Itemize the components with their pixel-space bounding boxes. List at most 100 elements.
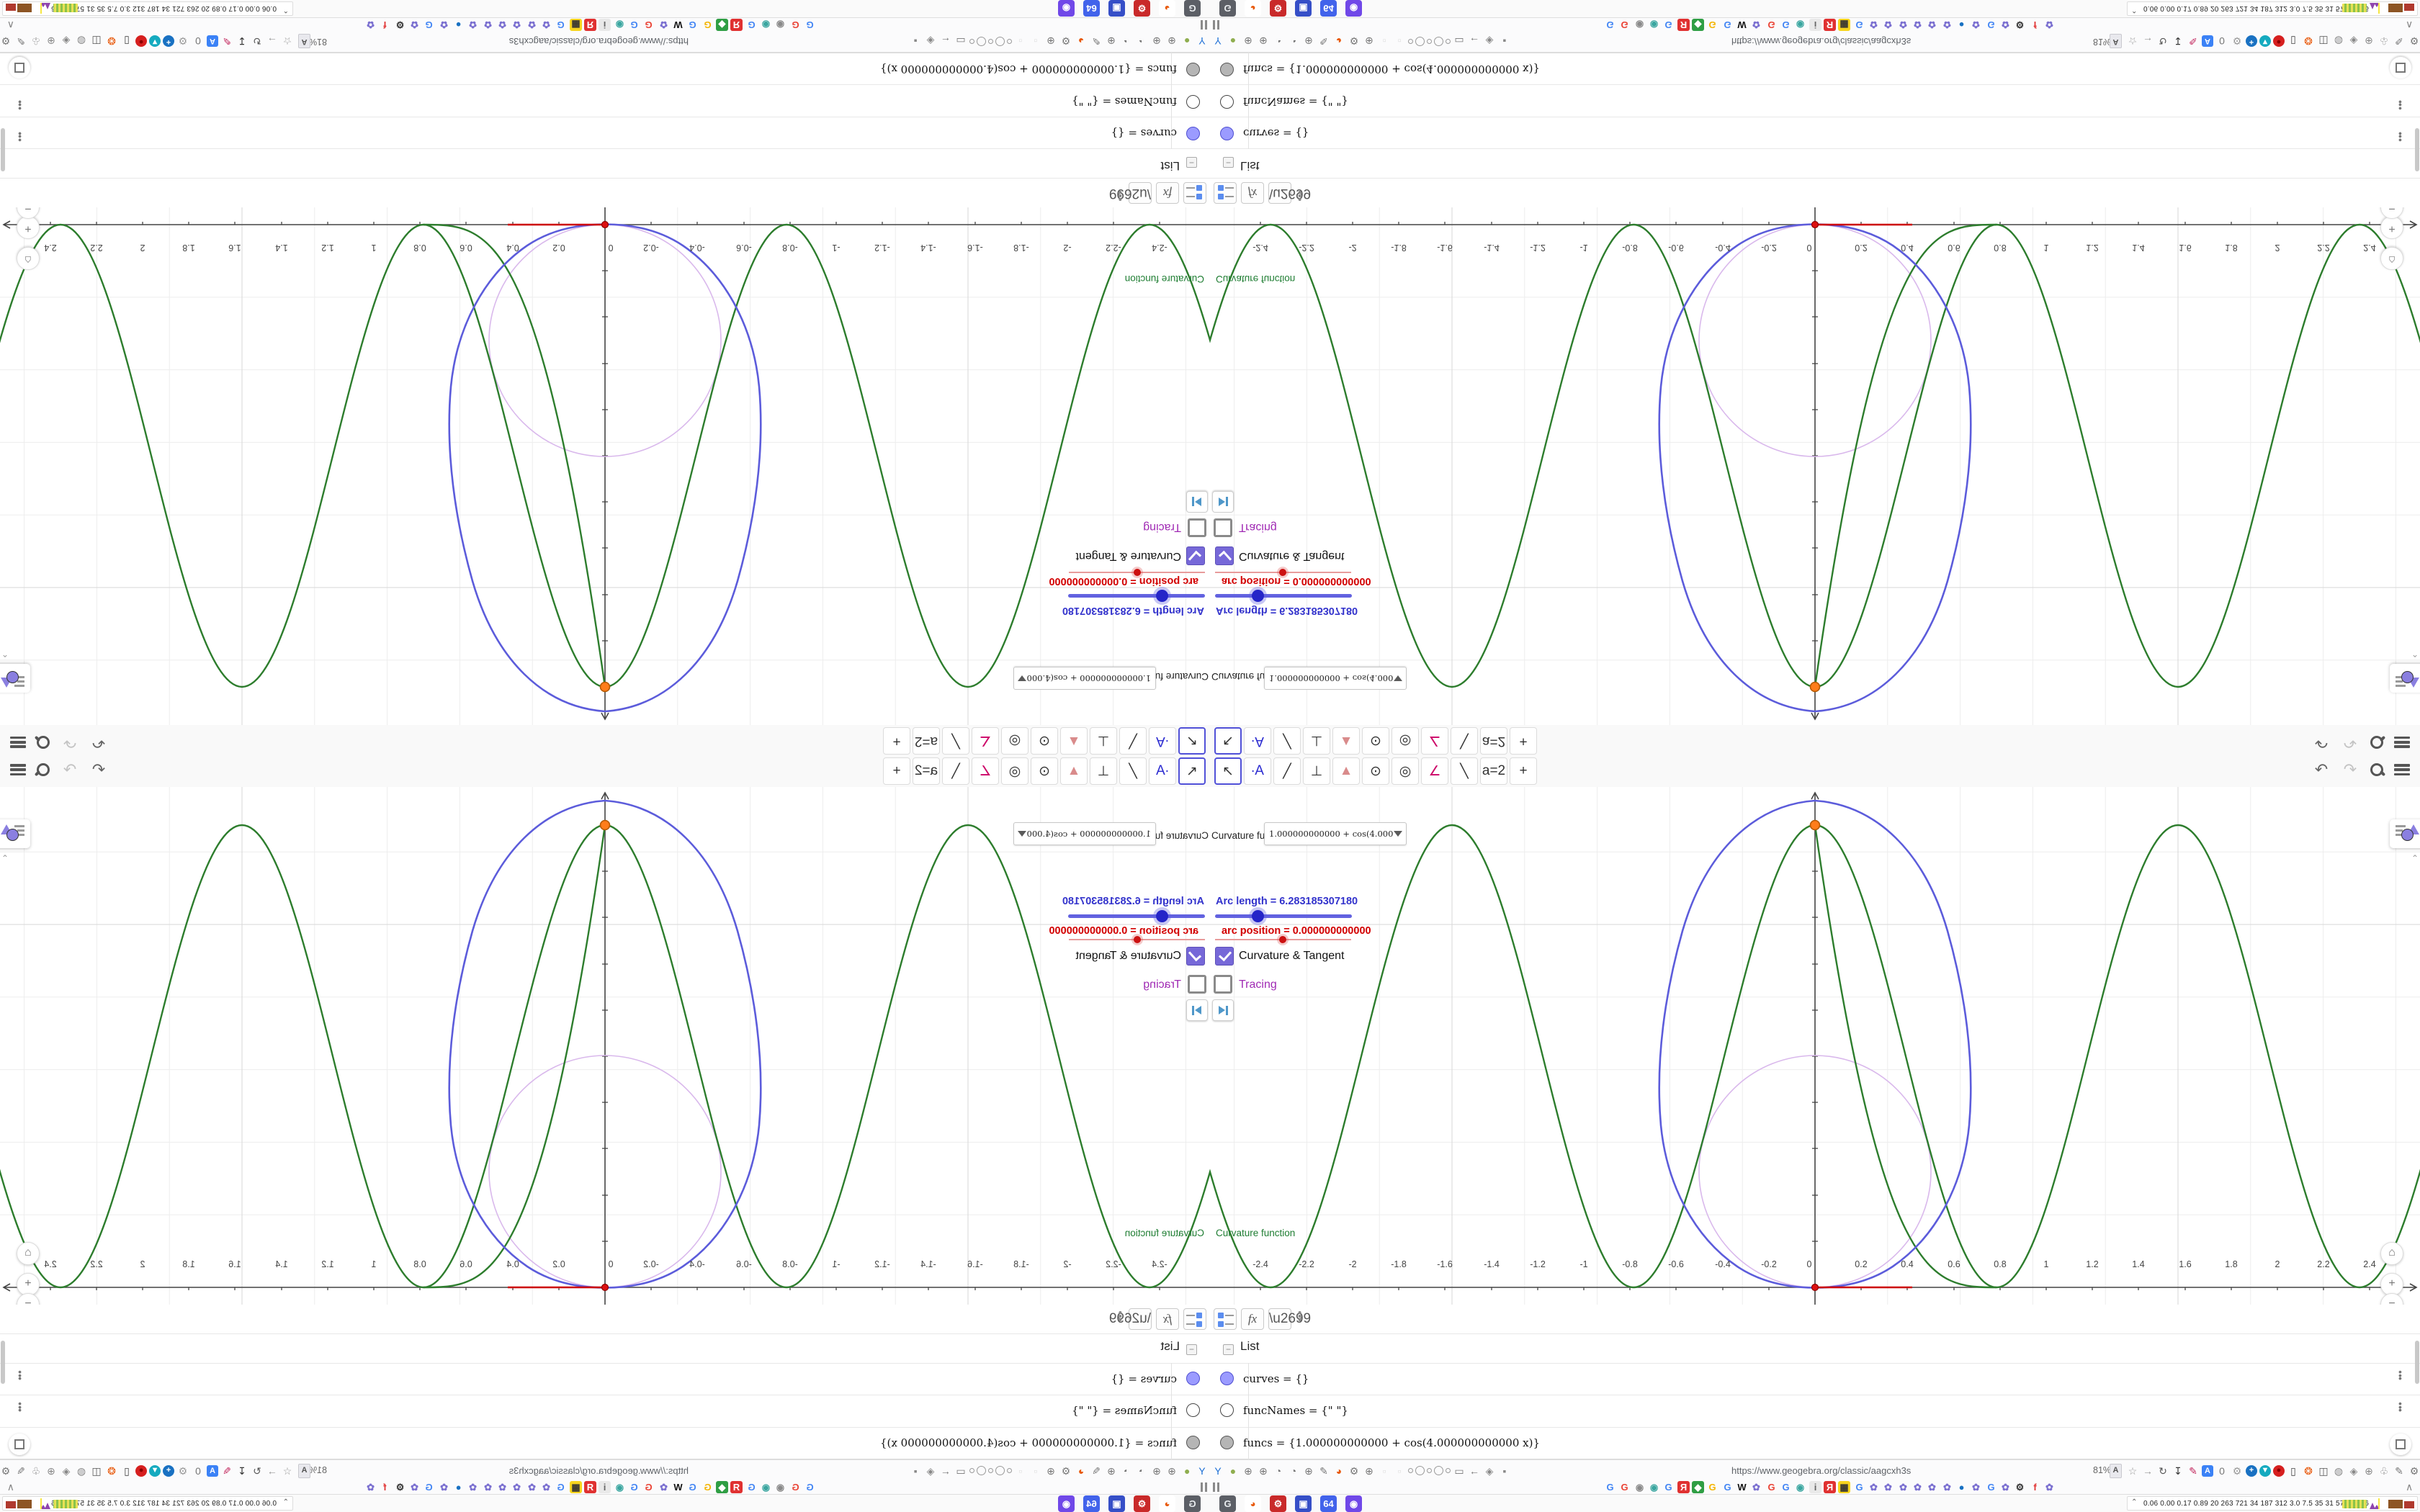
tab-favicon[interactable]: G	[702, 1481, 714, 1493]
taskbar-app-icon[interactable]: G	[1219, 1495, 1236, 1512]
arc-position-point[interactable]	[1811, 1283, 1819, 1292]
extension-icon[interactable]: +	[163, 35, 174, 48]
algebra-settings-gear-icon[interactable]: \u2699	[1109, 1308, 1152, 1330]
taskbar-app-icon[interactable]: 64	[1320, 0, 1337, 17]
nav-icon[interactable]: ◕	[1332, 35, 1345, 48]
extension-icon[interactable]: →	[266, 35, 279, 48]
tab-favicon[interactable]: ⚙	[2014, 1481, 2026, 1493]
curvature-point[interactable]	[1809, 681, 1821, 693]
menu-icon[interactable]	[10, 737, 26, 748]
toolbar-tool-button[interactable]: ∙A	[1244, 757, 1271, 785]
arc-length-slider-thumb[interactable]	[1252, 910, 1264, 922]
arc-position-slider-thumb[interactable]	[1134, 936, 1141, 943]
algebra-tree-view-button[interactable]	[1214, 182, 1237, 204]
extension-icon[interactable]: ◫	[90, 1464, 103, 1477]
nav-icon[interactable]: ▫	[1378, 1464, 1391, 1477]
toolbar-tool-button[interactable]: ⊙	[1362, 757, 1389, 785]
toolbar-tool-button[interactable]: ◎	[1392, 727, 1419, 755]
tab-favicon[interactable]: ✿	[438, 1481, 450, 1493]
tab-favicon[interactable]: ◉	[760, 19, 772, 31]
tab-favicon[interactable]: ✿	[1912, 1481, 1924, 1493]
tab-favicon[interactable]: ✿	[408, 19, 421, 31]
tab-favicon[interactable]: ◉	[1648, 1481, 1660, 1493]
tab-overflow-chevron-icon[interactable]: ∧	[7, 19, 14, 31]
extension-icon[interactable]: +	[2246, 35, 2257, 48]
tab-favicon[interactable]: Я	[1824, 19, 1836, 31]
tab-favicon[interactable]: ✿	[1926, 1481, 1938, 1493]
arc-position-slider-thumb[interactable]	[1279, 936, 1286, 943]
toolbar-tool-button[interactable]: a=2	[1480, 757, 1507, 785]
home-button[interactable]: ⌂	[2380, 1242, 2403, 1265]
extension-icon[interactable]: A	[207, 1464, 218, 1477]
visibility-marble[interactable]	[1186, 1436, 1200, 1449]
algebra-row[interactable]: curves = {}	[0, 1363, 1210, 1395]
nav-icon[interactable]: ⊕	[1165, 1464, 1178, 1477]
tab-favicon[interactable]: Я	[584, 1481, 596, 1493]
extension-icon[interactable]: ▯	[2287, 35, 2300, 48]
extension-icon[interactable]: ❂	[105, 35, 118, 48]
taskbar-app-icon[interactable]: 64	[1083, 1495, 1100, 1512]
extension-icon[interactable]: ✎	[220, 1464, 233, 1477]
extension-icon[interactable]: ▼	[2259, 1464, 2271, 1477]
toolbar-tool-button[interactable]: ⊙	[1362, 727, 1389, 755]
nav-icon[interactable]: ●	[1227, 35, 1240, 48]
fullscreen-button[interactable]	[2390, 1434, 2411, 1455]
nav-icon[interactable]: ◕	[1332, 1464, 1345, 1477]
tab-favicon[interactable]: G	[1604, 1481, 1616, 1493]
nav-icon[interactable]: ✎	[1090, 35, 1103, 48]
scroll-up-arrow-icon[interactable]: ⌃	[2411, 853, 2419, 863]
list-collapse-button[interactable]: −	[1186, 157, 1197, 168]
nav-icon[interactable]: ⊕	[1105, 35, 1118, 48]
zoom-level-badge[interactable]: 81%	[2093, 37, 2111, 47]
nav-icon[interactable]: ◔	[1135, 35, 1148, 48]
taskbar-app-icon[interactable]: ⚙	[1270, 1495, 1286, 1512]
tab-favicon[interactable]: ✿	[540, 1481, 552, 1493]
tab-favicon[interactable]: i	[1809, 19, 1821, 31]
arc-length-slider-thumb[interactable]	[1156, 910, 1168, 922]
tab-favicon[interactable]: G	[555, 19, 567, 31]
extension-icon[interactable]: ◈	[2347, 35, 2360, 48]
tab-favicon[interactable]: i	[599, 1481, 611, 1493]
tab-overflow-chevron-icon[interactable]: ∧	[7, 1481, 14, 1493]
algebra-row[interactable]: curves = {}	[1210, 1363, 2420, 1395]
toolbar-tool-button[interactable]: ▲	[1332, 757, 1360, 785]
row-kebab-menu-icon[interactable]: • • •	[2398, 128, 2402, 146]
nav-icon[interactable]: ◈	[1483, 1464, 1496, 1477]
tab-favicon[interactable]: G	[1721, 1481, 1734, 1493]
tab-favicon[interactable]: ✿	[408, 1481, 421, 1493]
nav-icon[interactable]	[1007, 39, 1012, 44]
redo-button[interactable]: ↷	[60, 760, 79, 779]
tab-favicon[interactable]: ✿	[1882, 1481, 1894, 1493]
toolbar-tool-button[interactable]: +	[1510, 727, 1537, 755]
algebra-row[interactable]: funcs = {1.000000000000 + cos(4.00000000…	[1210, 53, 2420, 85]
tab-favicon[interactable]: ◉	[614, 1481, 626, 1493]
taskbar-app-icon[interactable]: ◕	[1245, 0, 1261, 17]
tab-favicon[interactable]: Я	[730, 19, 743, 31]
arc-position-slider-thumb[interactable]	[1134, 569, 1141, 576]
arc-length-slider-thumb[interactable]	[1252, 590, 1264, 602]
taskbar-app-icon[interactable]: G	[1184, 1495, 1201, 1512]
taskbar-app-icon[interactable]: 64	[1083, 0, 1100, 17]
nav-icon[interactable]	[1415, 37, 1425, 46]
search-icon[interactable]	[2370, 735, 2386, 750]
extension-icon[interactable]: ◍	[75, 1464, 88, 1477]
redo-button[interactable]: ↷	[2341, 733, 2360, 752]
tab-favicon[interactable]: ✿	[658, 1481, 670, 1493]
toolbar-tool-button[interactable]: ↖	[1178, 727, 1206, 755]
extension-icon[interactable]: ●	[135, 1464, 147, 1477]
arc-position-slider-thumb[interactable]	[1279, 569, 1286, 576]
tab-favicon[interactable]: ◉	[1794, 19, 1806, 31]
arc-length-slider[interactable]	[1068, 594, 1205, 598]
tab-favicon[interactable]: ✿	[2043, 19, 2056, 31]
undo-button[interactable]: ↶	[2312, 733, 2331, 752]
extension-icon[interactable]: ↻	[2156, 35, 2169, 48]
toolbar-tool-button[interactable]: ∠	[1421, 727, 1448, 755]
extension-icon[interactable]: →	[2141, 1464, 2154, 1477]
toolbar-tool-button[interactable]: ╲	[1451, 727, 1478, 755]
nav-icon[interactable]: ⊕	[1257, 1464, 1270, 1477]
list-collapse-button[interactable]: −	[1186, 1344, 1197, 1355]
extension-icon[interactable]: ◍	[2332, 1464, 2345, 1477]
taskbar-app-icon[interactable]: ◕	[1159, 1495, 1175, 1512]
tab-favicon[interactable]: ✿	[1941, 19, 1953, 31]
toolbar-tool-button[interactable]: ◎	[1392, 757, 1419, 785]
